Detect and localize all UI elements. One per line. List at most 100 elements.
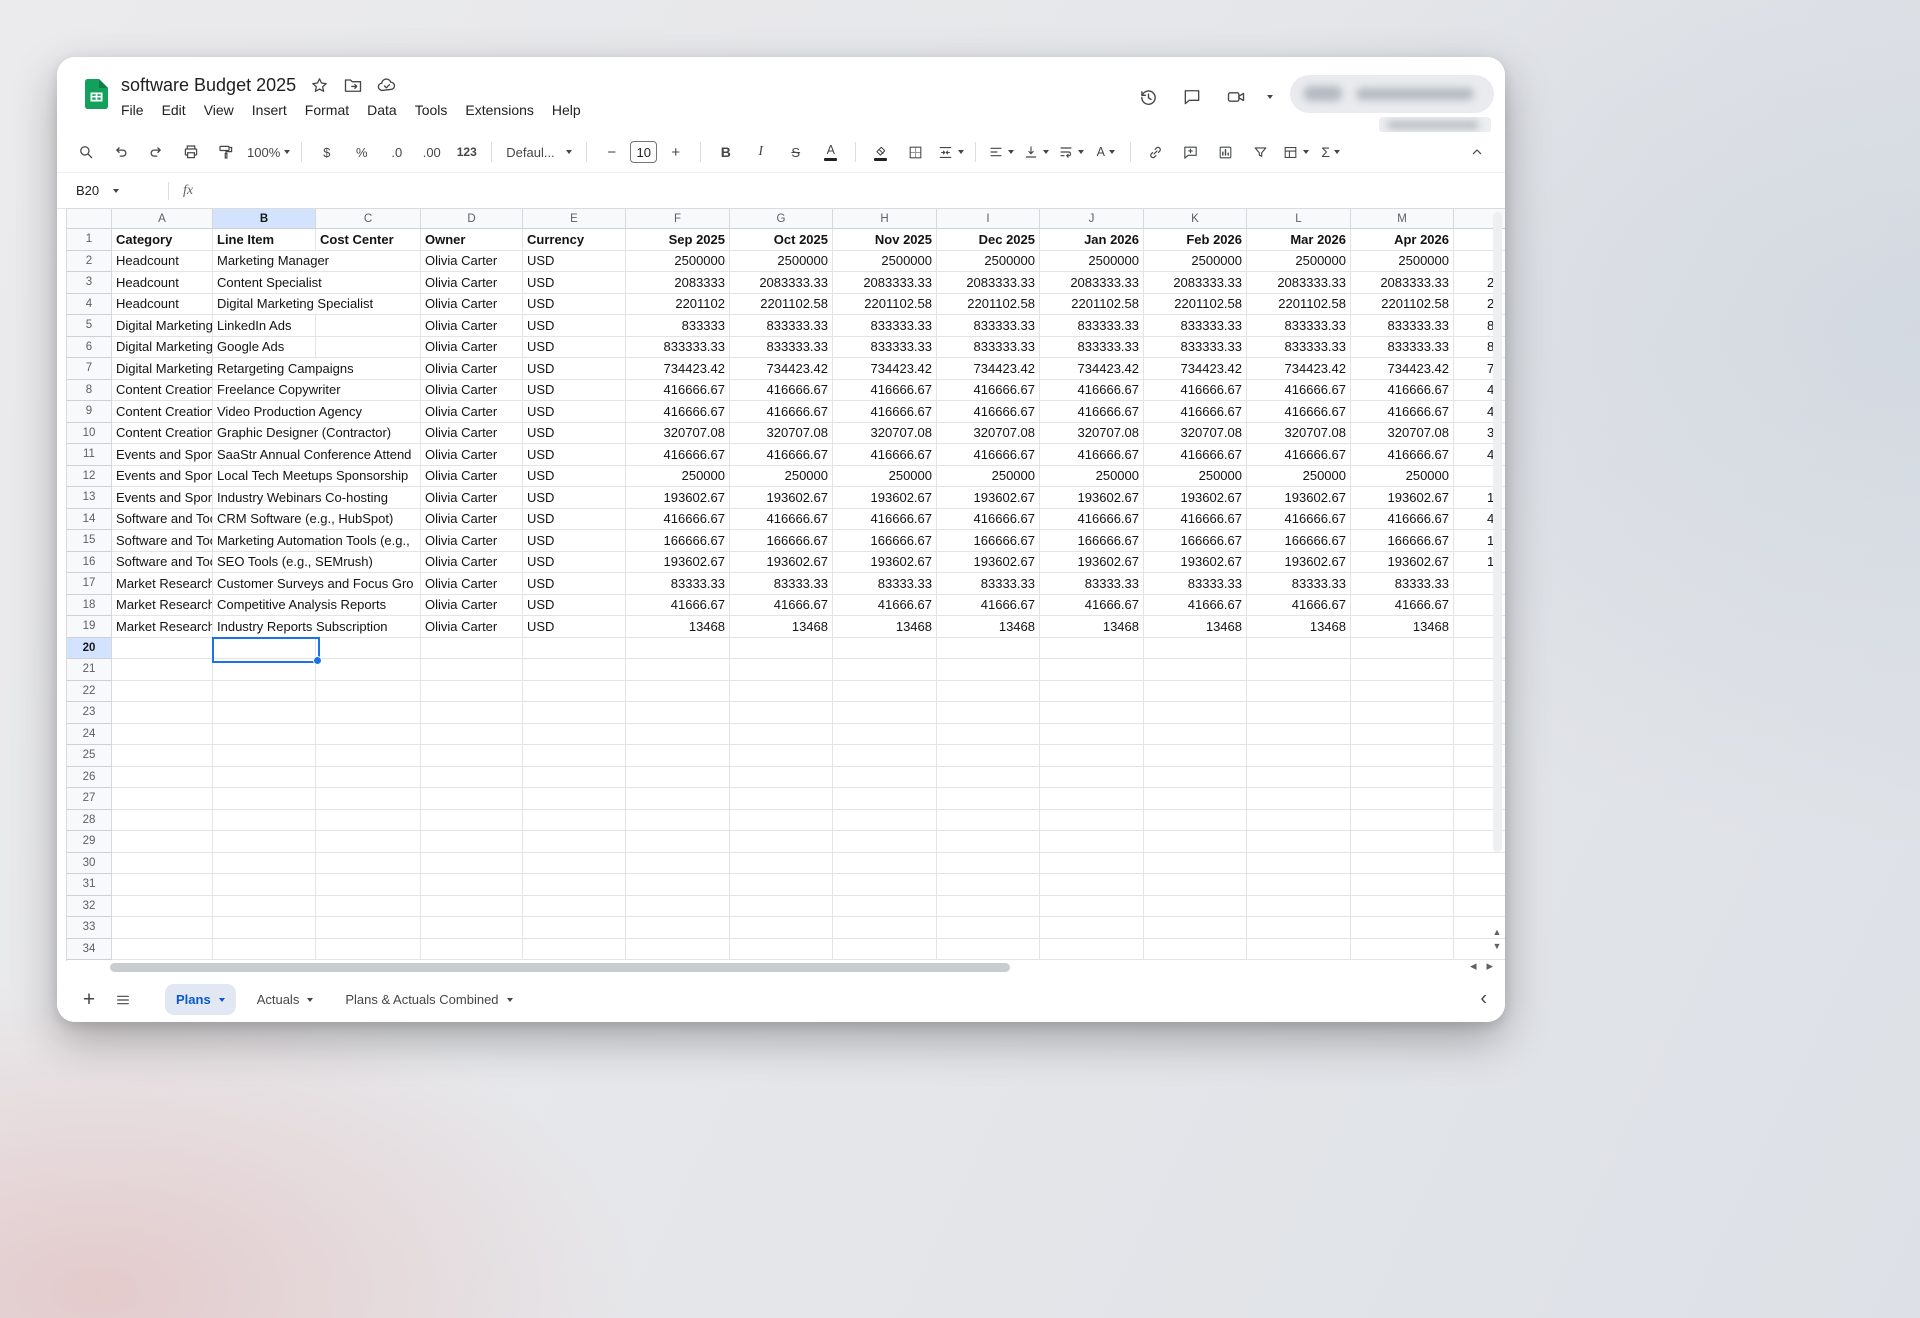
cell[interactable]: Marketing Manager [213,251,421,273]
cell[interactable]: 193602.67 [1144,552,1247,574]
cell[interactable] [523,767,626,789]
cell[interactable]: 2500000 [1247,251,1351,273]
column-header-F[interactable]: F [626,209,730,229]
header-cell[interactable]: Mar 2026 [1247,229,1351,251]
cell[interactable] [1144,681,1247,703]
cell[interactable] [316,638,421,660]
cell[interactable] [730,788,833,810]
cell[interactable] [833,810,937,832]
cell[interactable]: LinkedIn Ads [213,315,316,337]
cell[interactable] [730,917,833,939]
cell[interactable]: 416666.67 [1144,444,1247,466]
fill-color-button[interactable] [864,139,897,166]
merge-cells-button[interactable] [934,139,967,166]
cell[interactable]: 13468 [937,616,1040,638]
cell[interactable]: USD [523,272,626,294]
cell[interactable]: Google Ads [213,337,316,359]
cell[interactable]: 2201102.58 [833,294,937,316]
cell[interactable]: 83333.33 [1247,573,1351,595]
cell[interactable]: 2500000 [730,251,833,273]
cell[interactable]: 250000 [1040,466,1144,488]
cell[interactable] [1040,745,1144,767]
cell[interactable]: 2083333.33 [1351,272,1454,294]
cell[interactable]: 250000 [1144,466,1247,488]
cell[interactable]: 416666.67 [937,401,1040,423]
row-header-27[interactable]: 27 [67,788,112,810]
cell[interactable] [112,874,213,896]
cell[interactable] [937,831,1040,853]
row-header-29[interactable]: 29 [67,831,112,853]
row-header-32[interactable]: 32 [67,896,112,918]
select-all-corner[interactable] [67,209,112,229]
cell[interactable]: 833333.33 [730,315,833,337]
row-header-30[interactable]: 30 [67,853,112,875]
cell[interactable]: 166666.67 [1247,530,1351,552]
cell[interactable]: 166666.67 [626,530,730,552]
cell[interactable] [213,702,316,724]
cell[interactable]: USD [523,380,626,402]
cell[interactable] [937,853,1040,875]
cell[interactable]: 41666.67 [730,595,833,617]
more-formats-button[interactable]: 123 [450,139,483,166]
cell[interactable]: Olivia Carter [421,358,523,380]
cell[interactable]: 416666.67 [730,401,833,423]
cell[interactable]: 320707.08 [626,423,730,445]
cell[interactable] [1247,724,1351,746]
cell[interactable]: 41666.67 [937,595,1040,617]
menu-item-data[interactable]: Data [358,100,406,120]
cell[interactable] [937,939,1040,961]
cell[interactable] [833,939,937,961]
cell[interactable]: 833333.33 [730,337,833,359]
cell[interactable] [112,638,213,660]
cell[interactable]: Content Creation [112,423,213,445]
cell[interactable] [1351,788,1454,810]
cell[interactable] [1040,659,1144,681]
cell[interactable] [1040,724,1144,746]
cell[interactable]: 2500000 [833,251,937,273]
cell[interactable] [1144,810,1247,832]
functions-button[interactable]: Σ [1314,139,1347,166]
cell[interactable] [213,810,316,832]
cell[interactable]: 193602.67 [1351,487,1454,509]
cell[interactable] [523,724,626,746]
cell[interactable]: Industry Webinars Co-hosting [213,487,421,509]
cell[interactable]: 250000 [1247,466,1351,488]
cell[interactable] [213,767,316,789]
cell[interactable]: 320707.08 [730,423,833,445]
cell[interactable]: 416666.67 [1351,401,1454,423]
cell[interactable]: Content Creation [112,401,213,423]
cell[interactable]: USD [523,315,626,337]
row-header-28[interactable]: 28 [67,810,112,832]
cell[interactable] [937,767,1040,789]
cell[interactable]: 250000 [1351,466,1454,488]
cell[interactable]: 416666.67 [730,380,833,402]
cell[interactable] [626,638,730,660]
cell[interactable]: 833333.33 [833,337,937,359]
cell[interactable] [1351,874,1454,896]
cell[interactable] [523,638,626,660]
cell[interactable] [730,810,833,832]
formula-input[interactable] [193,173,1505,208]
cell[interactable] [316,896,421,918]
cell[interactable] [730,767,833,789]
cell[interactable] [112,917,213,939]
cell[interactable]: 416666.67 [1247,509,1351,531]
cell[interactable] [1247,702,1351,724]
cell[interactable] [316,917,421,939]
cell[interactable]: Market Research [112,595,213,617]
cell[interactable] [1247,745,1351,767]
cell[interactable] [1040,767,1144,789]
cell[interactable] [1040,896,1144,918]
cell[interactable] [523,831,626,853]
cell[interactable]: Market Research [112,616,213,638]
cell[interactable] [523,681,626,703]
comment-history-button[interactable] [1179,84,1205,110]
cell[interactable]: 416666.67 [1144,380,1247,402]
cell[interactable]: Digital Marketing [112,315,213,337]
row-header-26[interactable]: 26 [67,767,112,789]
increase-decimal-button[interactable]: .00 [415,139,448,166]
cell[interactable] [112,939,213,961]
row-header-7[interactable]: 7 [67,358,112,380]
cell[interactable] [833,702,937,724]
cell[interactable]: Olivia Carter [421,552,523,574]
